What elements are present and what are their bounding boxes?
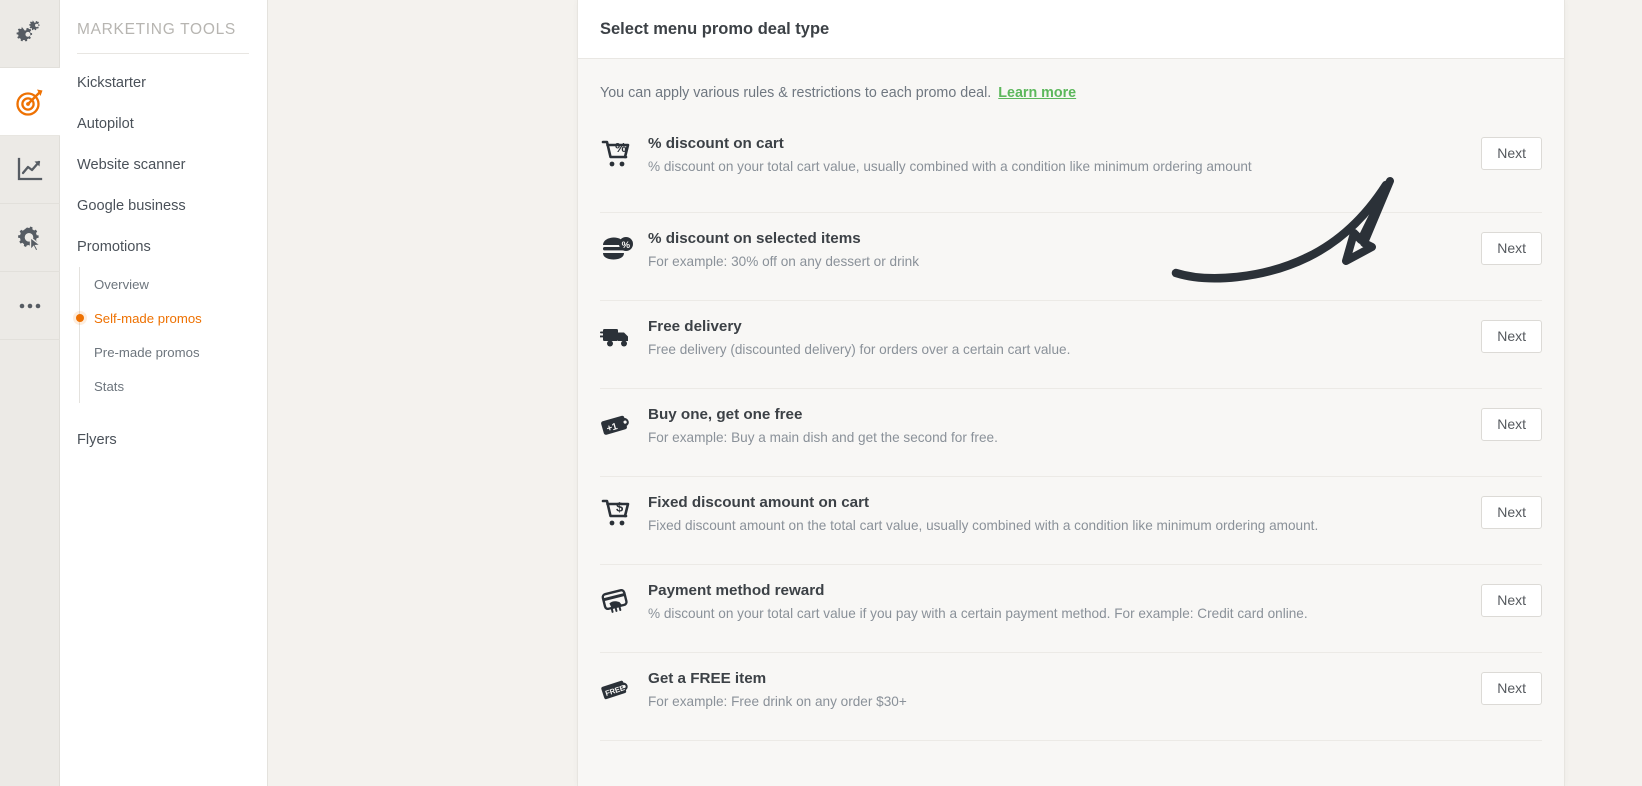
promo-name: Get a FREE item [648,670,767,687]
panel-intro: You can apply various rules & restrictio… [578,59,1564,101]
promo-text: Buy one, get one free For example: Buy a… [648,406,1480,447]
promo-row[interactable]: Payment method reward % discount on your… [600,564,1542,652]
analytics-chart-icon [15,156,45,184]
next-button[interactable]: Next [1481,672,1542,706]
promo-text: % discount on cart % discount on your to… [648,135,1480,176]
promo-description: For example: 30% off on any dessert or d… [648,254,920,269]
promo-action: Next [1480,670,1542,706]
promo-name: Fixed discount amount on cart [648,494,870,511]
sidebar-item-autopilot[interactable]: Autopilot [60,103,267,144]
svg-text:%: % [615,140,627,155]
promo-text: Free delivery Free delivery (discounted … [648,318,1480,359]
promo-row[interactable]: % % discount on cart % discount on your … [600,124,1542,212]
sidebar-subitem-stats[interactable]: Stats [80,369,267,403]
sidebar-subitem-self-made-promos[interactable]: Self-made promos [80,301,267,335]
promo-type-list: % % discount on cart % discount on your … [600,124,1542,741]
sidebar: MARKETING TOOLS Kickstarter Autopilot We… [60,0,268,786]
promo-text: % discount on selected items For example… [648,230,1480,271]
sidebar-item-google-business[interactable]: Google business [60,185,267,226]
learn-more-link[interactable]: Learn more [998,85,1076,101]
cart-percent-icon: % [600,135,648,170]
promo-text: Payment method reward % discount on your… [648,582,1480,623]
promo-description: Fixed discount amount on the total cart … [648,518,1319,533]
credit-card-hand-icon [600,582,648,617]
next-button[interactable]: Next [1481,137,1542,171]
promo-name: Free delivery [648,318,742,335]
promo-name: % discount on cart [648,135,784,152]
settings-gears-icon [15,19,45,48]
promo-text: Get a FREE item For example: Free drink … [648,670,1480,711]
promo-row[interactable]: % % discount on selected items For examp… [600,212,1542,300]
promo-action: Next [1480,582,1542,618]
rail-item-settings[interactable] [0,0,60,68]
burger-percent-icon: % [600,230,648,265]
promo-action: Next [1480,494,1542,530]
next-button[interactable]: Next [1481,408,1542,442]
promo-row[interactable]: +1 Buy one, get one free For example: Bu… [600,388,1542,476]
promo-description: % discount on your total cart value, usu… [648,159,1252,174]
svg-text:$: $ [616,500,624,515]
app-root: MARKETING TOOLS Kickstarter Autopilot We… [0,0,1642,786]
promo-description: % discount on your total cart value if y… [648,606,1308,621]
sidebar-item-promotions[interactable]: Promotions [60,226,267,267]
plus-one-tag-icon: +1 [600,406,648,441]
promo-row[interactable]: Free delivery Free delivery (discounted … [600,300,1542,388]
tools-cursor-icon [15,224,45,252]
promo-row[interactable]: $ Fixed discount amount on cart Fixed di… [600,476,1542,564]
sidebar-subitem-overview[interactable]: Overview [80,267,267,301]
sidebar-subnav-promotions: Overview Self-made promos Pre-made promo… [79,267,267,403]
next-button[interactable]: Next [1481,232,1542,266]
promo-name: Payment method reward [648,582,825,599]
marketing-target-icon [15,87,45,117]
promo-row[interactable]: FREE Get a FREE item For example: Free d… [600,652,1542,740]
promo-action: Next [1480,318,1542,354]
promo-action: Next [1480,135,1542,171]
promo-list-bottom-divider [600,740,1542,741]
content-stage: Select menu promo deal type You can appl… [268,0,1642,786]
promo-type-panel: Select menu promo deal type You can appl… [577,0,1565,786]
sidebar-item-kickstarter[interactable]: Kickstarter [60,62,267,103]
next-button[interactable]: Next [1481,496,1542,530]
promo-text: Fixed discount amount on cart Fixed disc… [648,494,1480,535]
rail-item-marketing[interactable] [0,68,60,136]
sidebar-item-flyers[interactable]: Flyers [60,419,267,460]
svg-text:%: % [622,240,631,251]
promo-name: % discount on selected items [648,230,861,247]
next-button[interactable]: Next [1481,320,1542,354]
free-tag-icon: FREE [600,670,648,705]
rail-item-more[interactable] [0,272,60,340]
icon-rail [0,0,60,786]
next-button[interactable]: Next [1481,584,1542,618]
rail-item-tools[interactable] [0,204,60,272]
sidebar-item-website-scanner[interactable]: Website scanner [60,144,267,185]
promo-description: For example: Buy a main dish and get the… [648,430,998,445]
panel-header: Select menu promo deal type [578,0,1564,59]
delivery-truck-icon [600,318,648,353]
sidebar-subitem-pre-made-promos[interactable]: Pre-made promos [80,335,267,369]
intro-text: You can apply various rules & restrictio… [600,85,992,101]
sidebar-nav: Kickstarter Autopilot Website scanner Go… [60,54,267,460]
promo-action: Next [1480,406,1542,442]
promo-name: Buy one, get one free [648,406,803,423]
promo-description: Free delivery (discounted delivery) for … [648,342,1071,357]
more-options-icon [15,301,45,311]
promo-description: For example: Free drink on any order $30… [648,694,907,709]
rail-item-analytics[interactable] [0,136,60,204]
page-title: Select menu promo deal type [600,19,830,38]
cart-dollar-icon: $ [600,494,648,529]
promo-action: Next [1480,230,1542,266]
sidebar-title: MARKETING TOOLS [77,21,236,38]
